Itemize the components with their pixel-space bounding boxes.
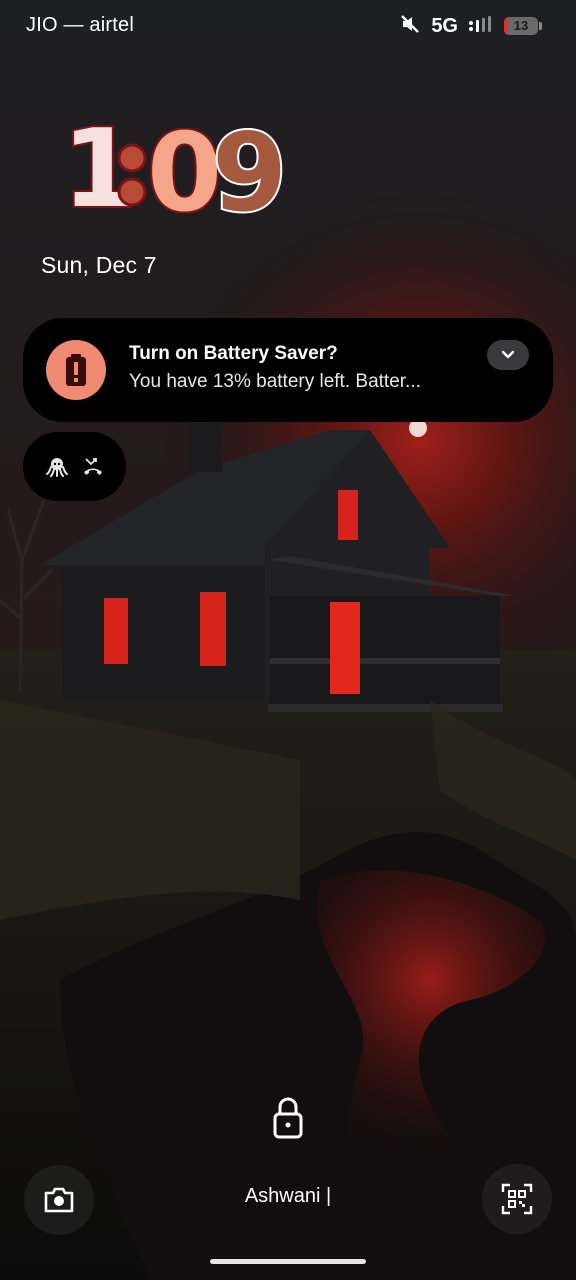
signal-icon (468, 14, 494, 39)
battery-icon: 13 (504, 17, 542, 35)
status-bar: JIO — airtel 5G 13 (0, 0, 576, 52)
lock-date: Sun, Dec 7 (41, 252, 157, 278)
owner-info-text: Ashwani | (244, 1185, 332, 1207)
home-indicator[interactable] (210, 1259, 366, 1264)
chevron-down-icon (501, 350, 515, 359)
notification-body: You have 13% battery left. Batter... (129, 371, 421, 392)
qr-scanner-icon (501, 1183, 533, 1215)
network-type-label: 5G (431, 14, 458, 37)
notification-icon (46, 340, 106, 400)
battery-indicator: 13 (504, 17, 538, 35)
battery-saver-notification[interactable]: Turn on Battery Saver? You have 13% batt… (23, 318, 553, 422)
notification-shelf[interactable] (23, 432, 126, 501)
battery-level-label: 13 (513, 18, 529, 33)
lock-screen: JIO — airtel 5G 13 1 0 9 Sun, Dec 7 Turn… (0, 0, 576, 1280)
carrier-label: JIO — airtel (26, 14, 134, 36)
battery-alert-icon (66, 354, 86, 386)
lock-clock: 1 0 9 (60, 106, 289, 226)
battery-nub (539, 22, 542, 30)
camera-icon (44, 1187, 74, 1213)
status-icons: 5G 13 (399, 12, 542, 40)
mute-icon (399, 13, 421, 40)
clock-minute-tens: 0 (147, 111, 222, 226)
clock-minute-ones: 9 (212, 111, 287, 226)
qr-scanner-shortcut-button[interactable] (482, 1164, 552, 1234)
octopus-icon (45, 457, 68, 477)
missed-call-icon (83, 457, 102, 475)
camera-shortcut-button[interactable] (24, 1165, 94, 1235)
lock-icon (273, 1097, 303, 1139)
notification-expand-button[interactable] (487, 340, 529, 370)
notification-title: Turn on Battery Saver? (129, 343, 338, 364)
